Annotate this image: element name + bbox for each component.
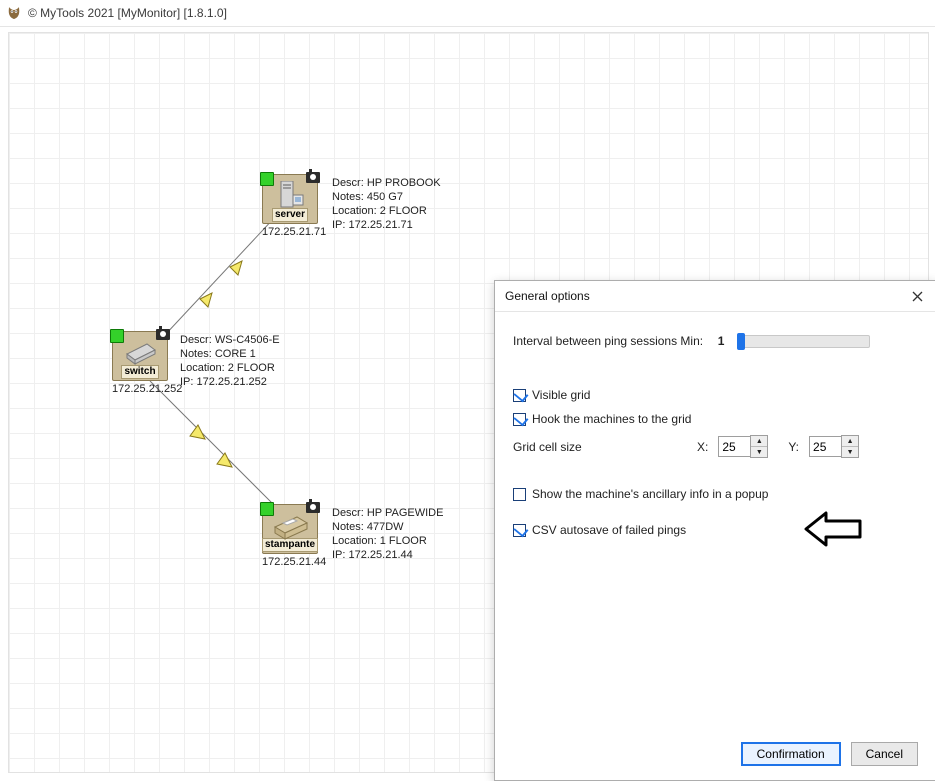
csv-autosave-label: CSV autosave of failed pings — [532, 523, 686, 537]
popup-info-checkbox[interactable] — [513, 488, 526, 501]
spin-down-icon[interactable]: ▼ — [751, 447, 767, 457]
visible-grid-checkbox[interactable] — [513, 389, 526, 402]
grid-x-spinner[interactable]: ▲▼ — [718, 436, 768, 457]
visible-grid-label: Visible grid — [532, 388, 590, 402]
app-title: © MyTools 2021 [MyMonitor] [1.8.1.0] — [28, 6, 227, 20]
title-bar: © MyTools 2021 [MyMonitor] [1.8.1.0] — [0, 0, 935, 27]
node-switch[interactable]: switch 172.25.21.252 — [112, 331, 182, 395]
y-label: Y: — [788, 440, 799, 454]
interval-value: 1 — [718, 334, 725, 348]
node-ip: 172.25.21.71 — [262, 226, 326, 238]
node-ip: 172.25.21.252 — [112, 383, 182, 395]
node-switch-info: Descr: WS-C4506-E Notes: CORE 1 Location… — [180, 333, 280, 389]
node-printer[interactable]: stampante 172.25.21.44 — [262, 504, 326, 568]
grid-y-spinner[interactable]: ▲▼ — [809, 436, 859, 457]
hook-grid-checkbox[interactable] — [513, 413, 526, 426]
general-options-dialog: General options Interval between ping se… — [494, 280, 935, 781]
close-button[interactable] — [908, 287, 926, 305]
node-caption: switch — [121, 365, 158, 379]
hook-grid-label: Hook the machines to the grid — [532, 412, 691, 426]
spin-down-icon[interactable]: ▼ — [842, 447, 858, 457]
app-icon — [6, 5, 22, 21]
status-led — [260, 172, 274, 186]
dialog-titlebar[interactable]: General options — [495, 281, 935, 312]
interval-slider[interactable] — [738, 335, 870, 348]
spin-up-icon[interactable]: ▲ — [751, 436, 767, 447]
camera-icon — [156, 329, 170, 340]
cancel-button[interactable]: Cancel — [851, 742, 918, 766]
node-printer-info: Descr: HP PAGEWIDE Notes: 477DW Location… — [332, 506, 443, 562]
node-server[interactable]: server 172.25.21.71 — [262, 174, 326, 238]
camera-icon — [306, 172, 320, 183]
close-icon — [912, 291, 923, 302]
interval-label: Interval between ping sessions Min: — [513, 334, 703, 348]
popup-info-label: Show the machine's ancillary info in a p… — [532, 487, 768, 501]
confirmation-button[interactable]: Confirmation — [741, 742, 841, 766]
grid-y-input[interactable] — [809, 436, 841, 457]
node-server-info: Descr: HP PROBOOK Notes: 450 G7 Location… — [332, 176, 441, 232]
spin-up-icon[interactable]: ▲ — [842, 436, 858, 447]
grid-x-input[interactable] — [718, 436, 750, 457]
status-led — [110, 329, 124, 343]
node-ip: 172.25.21.44 — [262, 556, 326, 568]
dialog-title: General options — [505, 289, 908, 303]
csv-autosave-checkbox[interactable] — [513, 524, 526, 537]
grid-cell-label: Grid cell size — [513, 440, 691, 454]
x-label: X: — [697, 440, 708, 454]
